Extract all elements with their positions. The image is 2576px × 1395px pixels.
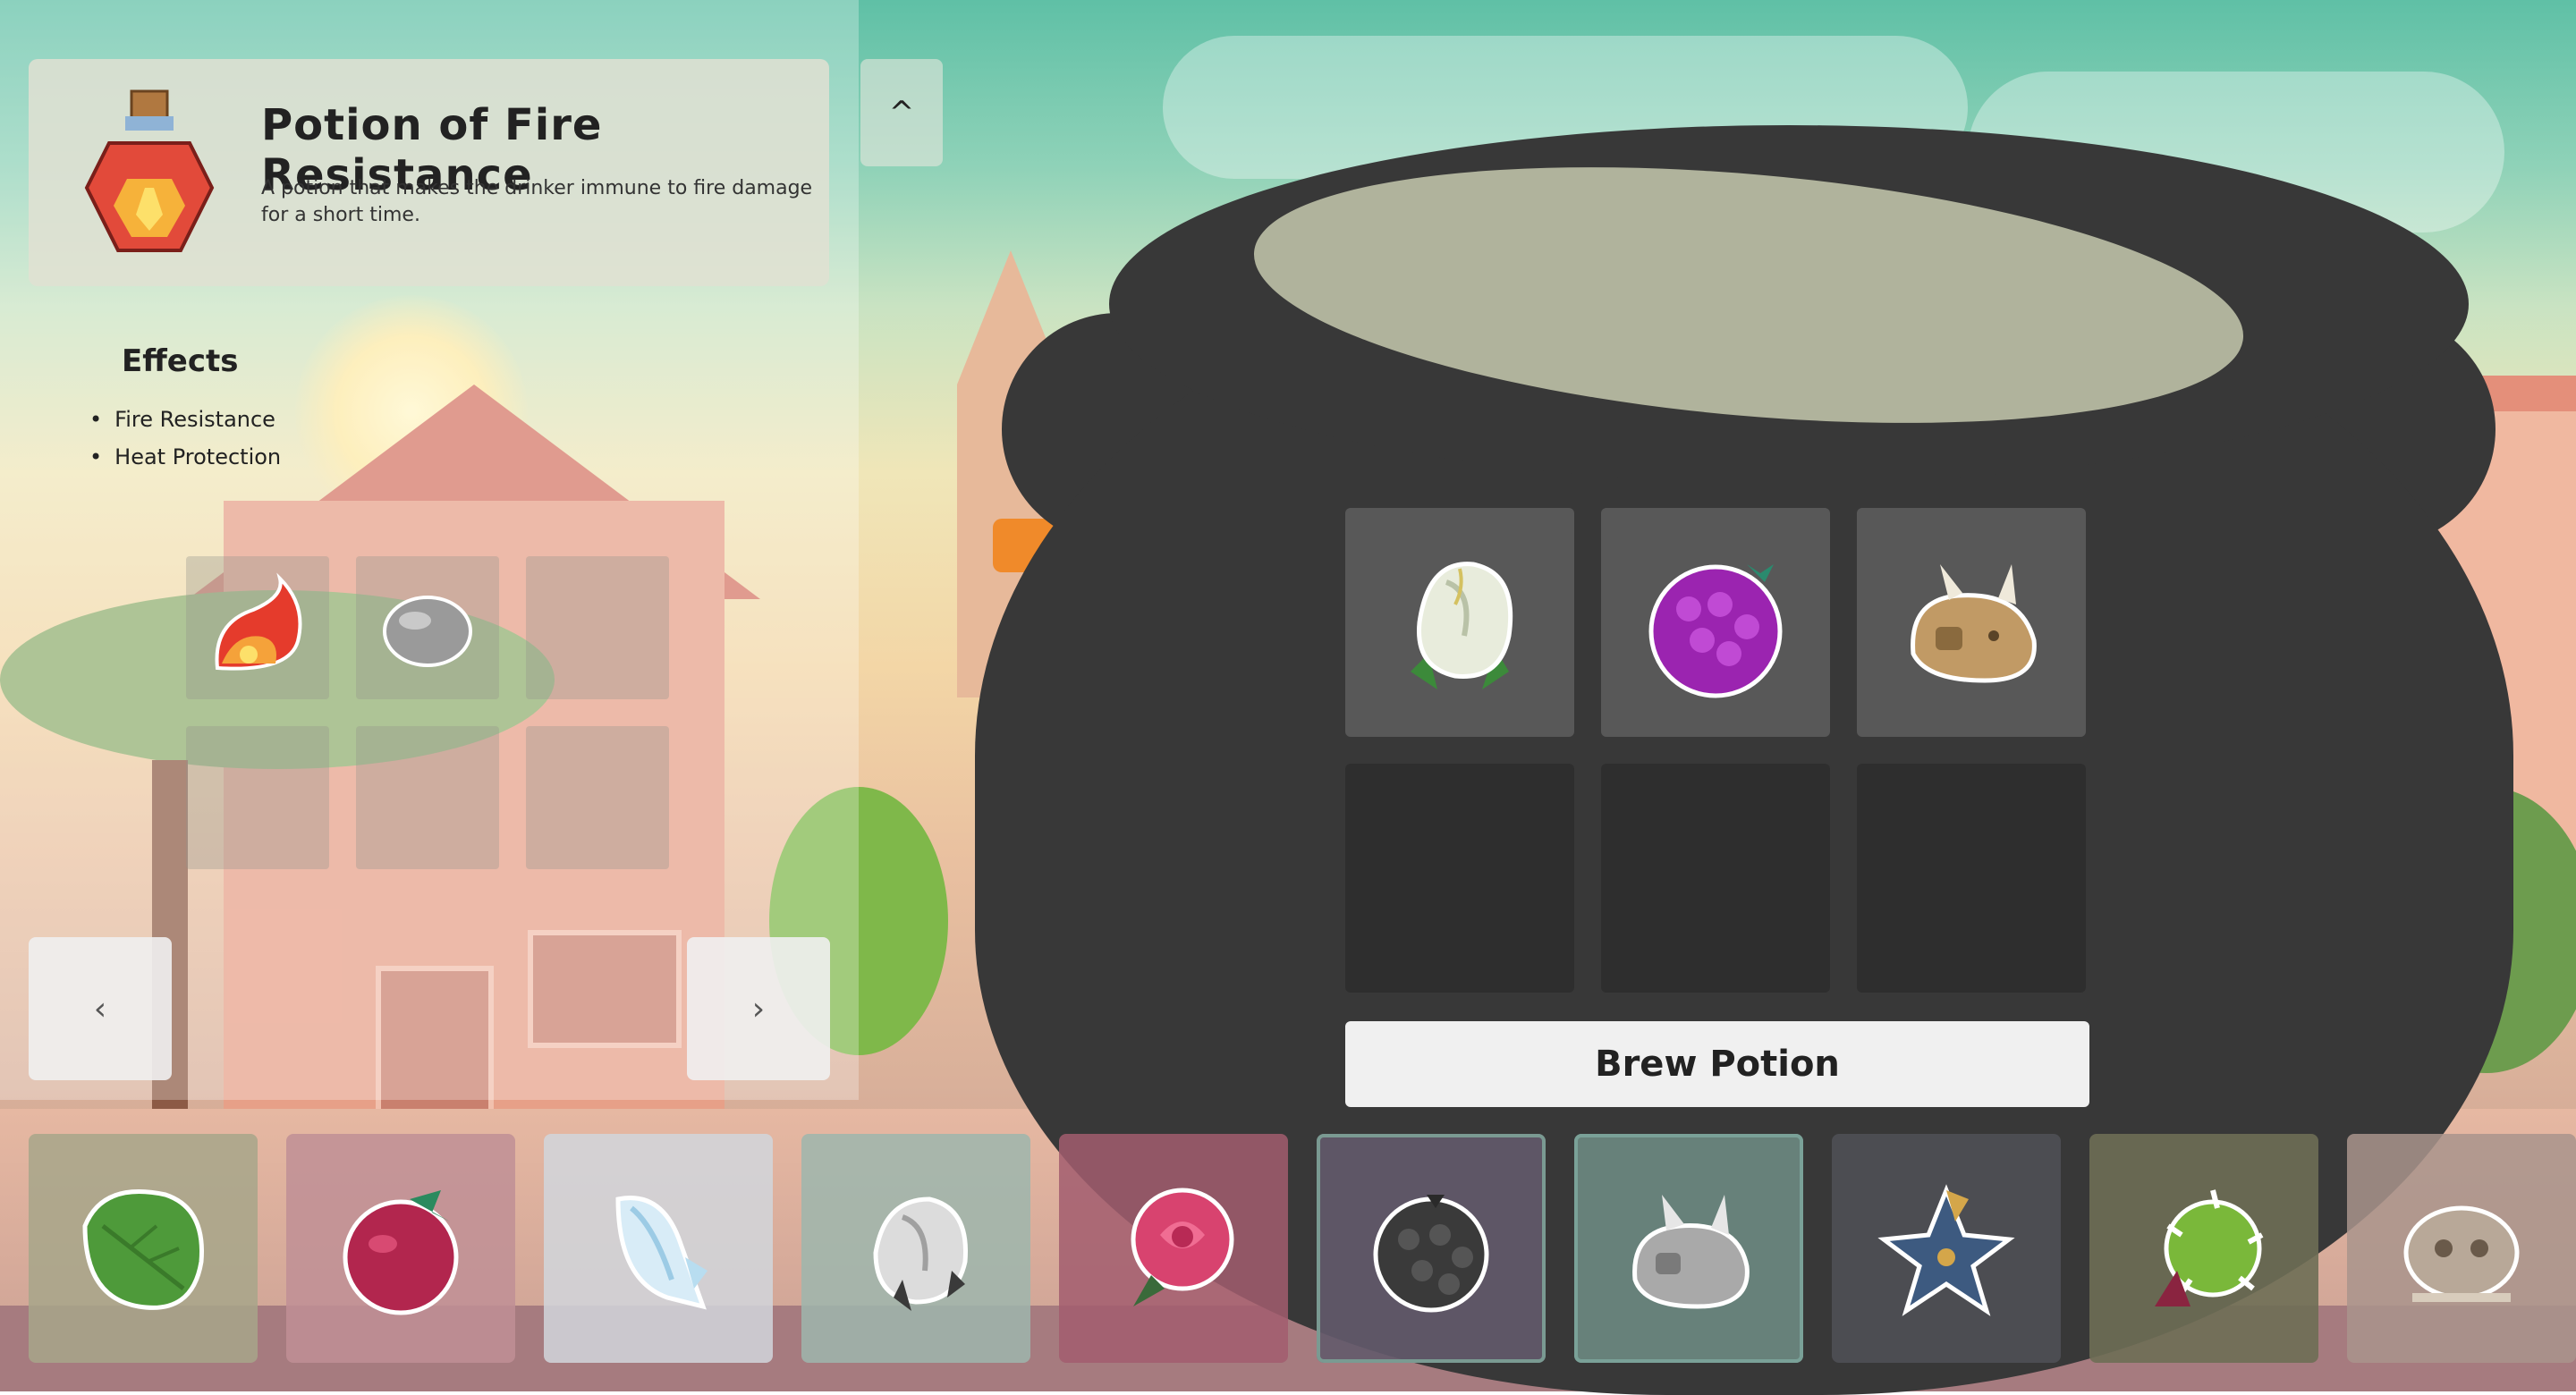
recipe-ingredient-grid [186,556,669,869]
ice-crystal-icon [615,1196,708,1310]
inventory-slot[interactable] [1832,1134,2061,1363]
green-leaf-icon [82,1189,204,1310]
green-spiky-fruit-icon [2155,1189,2264,1306]
chevron-left-icon: ‹ [93,990,107,1027]
fire-resistance-potion-icon [84,89,215,252]
recipe-slot [356,556,499,699]
recipe-slot-empty [526,556,669,699]
effects-heading: Effects [122,343,239,379]
inventory-slot[interactable] [1059,1134,1288,1363]
recipe-slot-empty [356,726,499,869]
close-button[interactable]: ^ [860,59,943,166]
recipe-description: A potion that makes the drinker immune t… [261,177,813,226]
brown-horned-blob-icon [1911,564,2037,683]
blue-star-flower-icon [1877,1184,2015,1316]
cauldron-slot[interactable] [1857,508,2086,737]
effects-list: Fire Resistance Heat Protection [89,401,281,476]
cauldron-slot-empty[interactable] [1601,764,1830,993]
cauldron-slot[interactable] [1601,508,1830,737]
effect-item: Fire Resistance [89,401,281,438]
cauldron-ingredient-grid [1345,508,2086,993]
inventory-slot[interactable] [801,1134,1030,1363]
stone-icon [383,596,472,667]
recipe-slot-empty [526,726,669,869]
black-berry-icon [1373,1195,1489,1313]
prev-recipe-button[interactable]: ‹ [29,937,172,1080]
next-recipe-button[interactable]: › [687,937,830,1080]
white-flower-bud-icon [1411,562,1513,689]
chevron-right-icon: › [751,990,766,1027]
pink-rose-icon [1131,1188,1234,1306]
recipe-panel: Potion of Fire Resistance A potion that … [0,0,943,1100]
effect-item: Heat Protection [89,438,281,476]
inventory-slot[interactable] [286,1134,515,1363]
inventory-slot[interactable] [2089,1134,2318,1363]
inventory-slot[interactable] [29,1134,258,1363]
cauldron-slot-empty[interactable] [1345,764,1574,993]
inventory-slot[interactable] [2347,1134,2576,1363]
recipe-slot [186,556,329,699]
cauldron-slot-empty[interactable] [1857,764,2086,993]
recipe-slot-empty [186,726,329,869]
purple-berry-icon [1648,564,1783,698]
grey-horned-blob-icon [1632,1195,1750,1309]
fire-horn-icon [215,572,302,671]
red-berry-icon [343,1190,459,1315]
inventory-slot[interactable] [1317,1134,1546,1363]
inventory-slot[interactable] [544,1134,773,1363]
white-flower-bud-icon [873,1196,968,1311]
brew-potion-button[interactable]: Brew Potion [1345,1021,2089,1107]
inventory-slot[interactable] [1574,1134,1803,1363]
inventory-bar [29,1134,2576,1363]
cauldron-slot[interactable] [1345,508,1574,737]
bone-pile-icon [2403,1205,2520,1302]
close-icon: ^ [888,95,915,131]
